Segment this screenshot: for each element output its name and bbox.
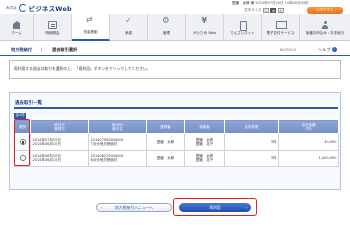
screen-icon [276,21,287,29]
check-icon [124,19,133,29]
text-size-label: 文字サイズ [244,8,262,12]
total-amount: 40,000 [278,133,339,151]
help-label: ヘルプ [318,46,331,52]
column-header-count: 合計件数 [224,119,279,134]
bank-logo-small: みずほ [6,5,17,10]
help-link[interactable]: ヘルプ ? [318,47,337,53]
column-header-approver: 承認者 [184,119,225,134]
text-size-small-button[interactable]: 小 [262,8,269,13]
bank-logo: みずほ ビジネスWeb [6,3,72,13]
breadcrumb: 地方税納付 [11,47,32,52]
nav-item-label: でんさいネット [230,30,255,35]
nav-item-gaitame-web[interactable]: がいため Web [186,14,224,41]
nav-item-label: 明細照会 [45,30,60,35]
back-button-label: 地方税納付メニューへ [115,205,153,210]
last-login-time: 2014年07月20日 10時00分00秒 [255,1,309,5]
home-icon [12,20,21,29]
bank-logo-icon [18,4,27,12]
total-count: 3件 [224,149,279,167]
back-to-menu-button[interactable]: ‹ 地方税納付メニューへ [96,203,172,212]
nav-item-applications[interactable]: 各種お申込み・お手続き [300,14,350,41]
bank-logo-name: ビジネスWeb [28,5,72,13]
nav-item-label: 電子交付サービス [266,30,295,35]
top-header: みずほ ビジネスWeb 愛媛 太郎 様 2014年07月20日 10時00分00… [0,0,350,14]
registrant: 愛媛 太郎 [146,149,185,167]
approver: 愛媛 花子 [195,141,214,146]
column-header-amount: 合計金額 (円) [278,119,339,134]
gear-icon [162,19,171,29]
nav-item-label: 承認 [125,30,132,35]
select-radio[interactable] [19,155,26,162]
page-title: 過去取引選択 [52,47,78,52]
nav-item-densai-net[interactable]: でんさいネット [224,14,262,41]
breadcrumb-separator: | [41,47,43,52]
instruction-box: 再利用する過去の取引を選択の上、「再利用」ボタンをクリックしてください。 [9,60,341,79]
section-divider [14,107,338,109]
history-panel: 過去取引一覧 全2件 選択 納付日 登録日 取引ID 取引名 登録者 承認者 合計件… [9,92,341,190]
text-size-large-button[interactable]: 大 [277,8,284,13]
text-size-control: 文字サイズ 小 中 大 [244,8,284,13]
total-amount: 1,000,000 [278,149,339,167]
nav-item-management[interactable]: 管理 [148,14,186,41]
chevron-left-icon: ‹ [101,205,103,210]
history-title: 過去取引一覧 [15,101,42,106]
nav-item-home[interactable]: ホーム [0,14,34,41]
transaction-name: 6月分地方税納付 [90,158,118,163]
transaction-name: 7月分地方税納付 [90,141,118,146]
history-table: 選択 納付日 登録日 取引ID 取引名 登録者 承認者 合計件数 合計金額 (円) 2… [14,119,339,167]
table-header-row: 選択 納付日 登録日 取引ID 取引名 登録者 承認者 合計件数 合計金額 (円) [14,119,339,134]
nav-item-approval[interactable]: 承認 [110,14,148,41]
global-nav: ホーム 明細照会 資金移動 承認 管理 がいため Web でんさいネット 電子交… [0,14,350,41]
nav-item-e-delivery[interactable]: 電子交付サービス [262,14,300,41]
reuse-button-label: 再利用 [209,205,221,210]
column-header-select: 選択 [14,119,31,134]
document-icon [48,20,57,29]
nav-item-fund-transfer[interactable]: 資金移動 [72,14,110,41]
person-icon [321,20,330,29]
page-title-bar: 地方税納付 | 過去取引選択 BKZN015 ヘルプ ? [0,44,350,56]
nav-item-label: 各種お申込み・お手続き [305,30,345,35]
logout-button[interactable]: ログアウト [307,7,343,14]
select-radio[interactable] [19,138,26,145]
user-name: 愛媛 太郎 様 [232,1,255,5]
help-icon: ? [331,47,337,52]
text-size-medium-button[interactable]: 中 [270,8,277,13]
column-header-dates: 納付日 登録日 [30,119,89,134]
column-header-transaction: 取引ID 取引名 [88,119,147,134]
total-count: 3件 [224,133,279,151]
nav-item-label: 管理 [163,30,170,35]
user-info: 愛媛 太郎 様 2014年07月20日 10時00分00秒 [232,1,309,6]
instruction-text: 再利用する過去の取引を選択の上、「再利用」ボタンをクリックしてください。 [14,66,151,71]
chevron-right-icon: › [245,205,247,210]
table-row[interactable]: 2014年06月10日 2014年06月15日 201406270000001 … [14,149,339,167]
reuse-button[interactable]: 再利用 › [179,203,251,212]
registrant: 愛媛 太郎 [146,133,185,151]
column-header-registrant: 登録者 [146,119,185,134]
nav-item-statements[interactable]: 明細照会 [34,14,72,41]
nav-item-label: 資金移動 [83,29,98,34]
yen-icon [200,19,209,29]
nav-item-label: ホーム [11,30,22,35]
total-count-badge: 全2件 [14,113,27,119]
transfer-icon [86,18,95,28]
registration-date: 2014年06月15日 [32,158,61,163]
phone-icon [238,20,247,31]
screen-id: BKZN015 [280,47,297,52]
nav-item-label: がいため Web [193,30,216,35]
registration-date: 2014年06月10日 [32,141,61,146]
table-row[interactable]: 2014年07月15日 2014年06月10日 201407090000001 … [14,133,339,151]
approver: 愛媛 花子 [195,158,214,163]
